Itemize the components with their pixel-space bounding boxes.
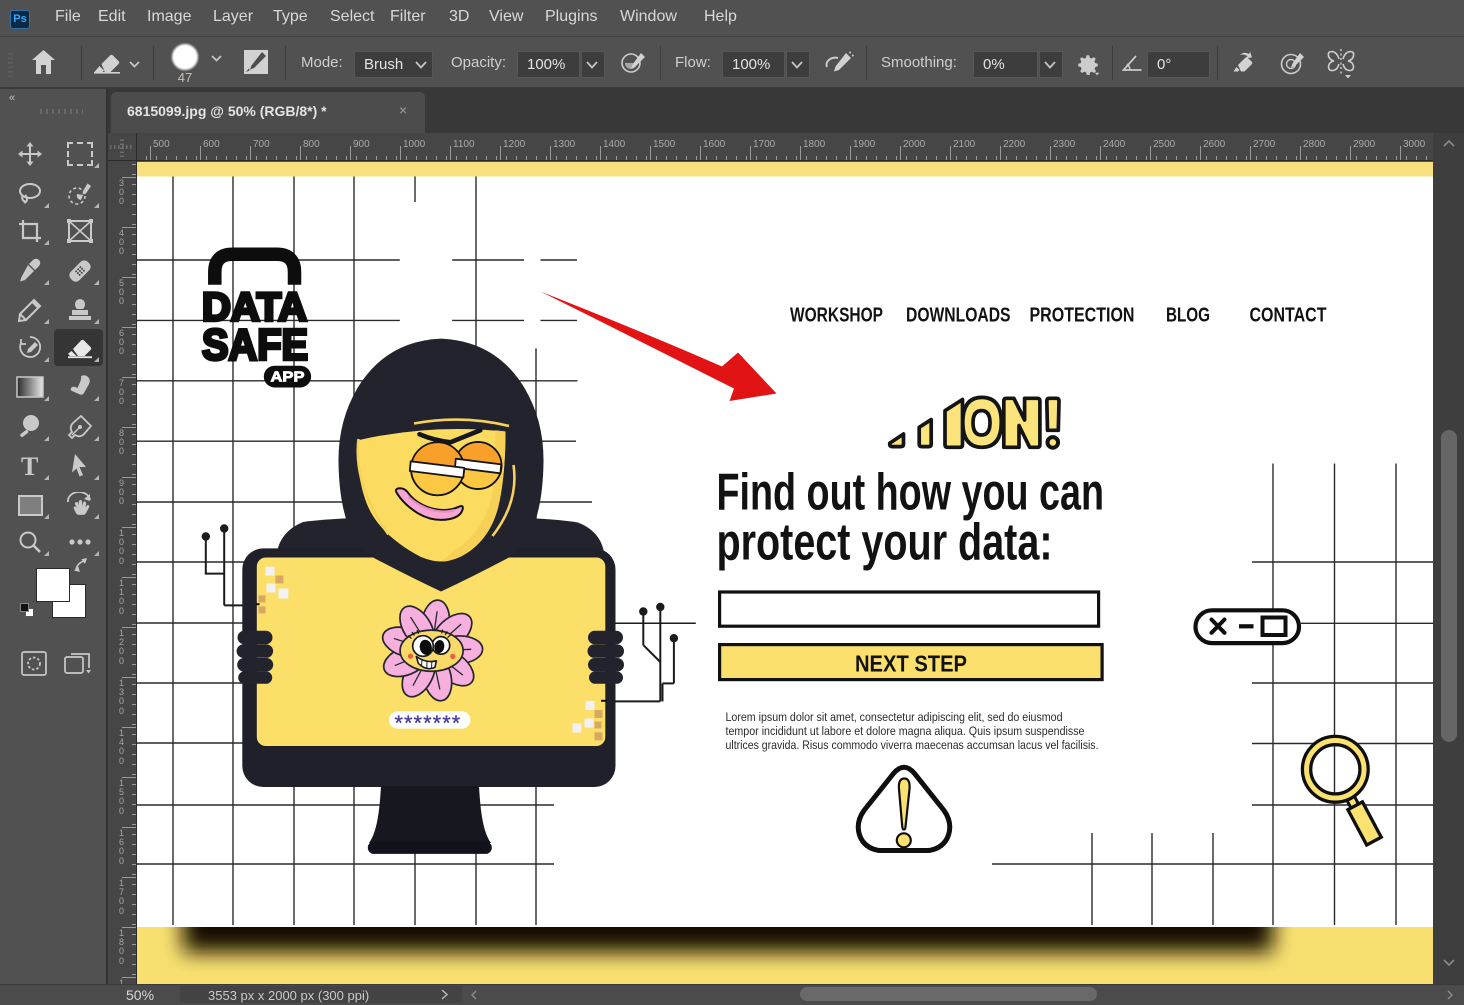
svg-text:NEXT STEP: NEXT STEP — [855, 651, 967, 677]
svg-text:protect your data:: protect your data: — [717, 514, 1053, 572]
svg-text:ultrices gravida. Risus commod: ultrices gravida. Risus commodo viverra … — [726, 738, 1099, 752]
svg-text:tempor incididunt ut labore et: tempor incididunt ut labore et dolore ma… — [726, 724, 1085, 738]
svg-text:PROTECTION: PROTECTION — [1030, 305, 1135, 327]
svg-text:Lorem ipsum dolor sit amet, co: Lorem ipsum dolor sit amet, consectetur … — [726, 710, 1063, 724]
svg-text:47: 47 — [178, 70, 192, 85]
svg-text:WORKSHOP: WORKSHOP — [790, 305, 883, 327]
svg-text:APP: APP — [271, 370, 305, 386]
svg-text:SAFE: SAFE — [202, 321, 308, 370]
svg-text:BLOG: BLOG — [1166, 305, 1210, 327]
svg-text:DOWNLOADS: DOWNLOADS — [906, 305, 1011, 327]
svg-text:CONTACT: CONTACT — [1250, 305, 1327, 327]
